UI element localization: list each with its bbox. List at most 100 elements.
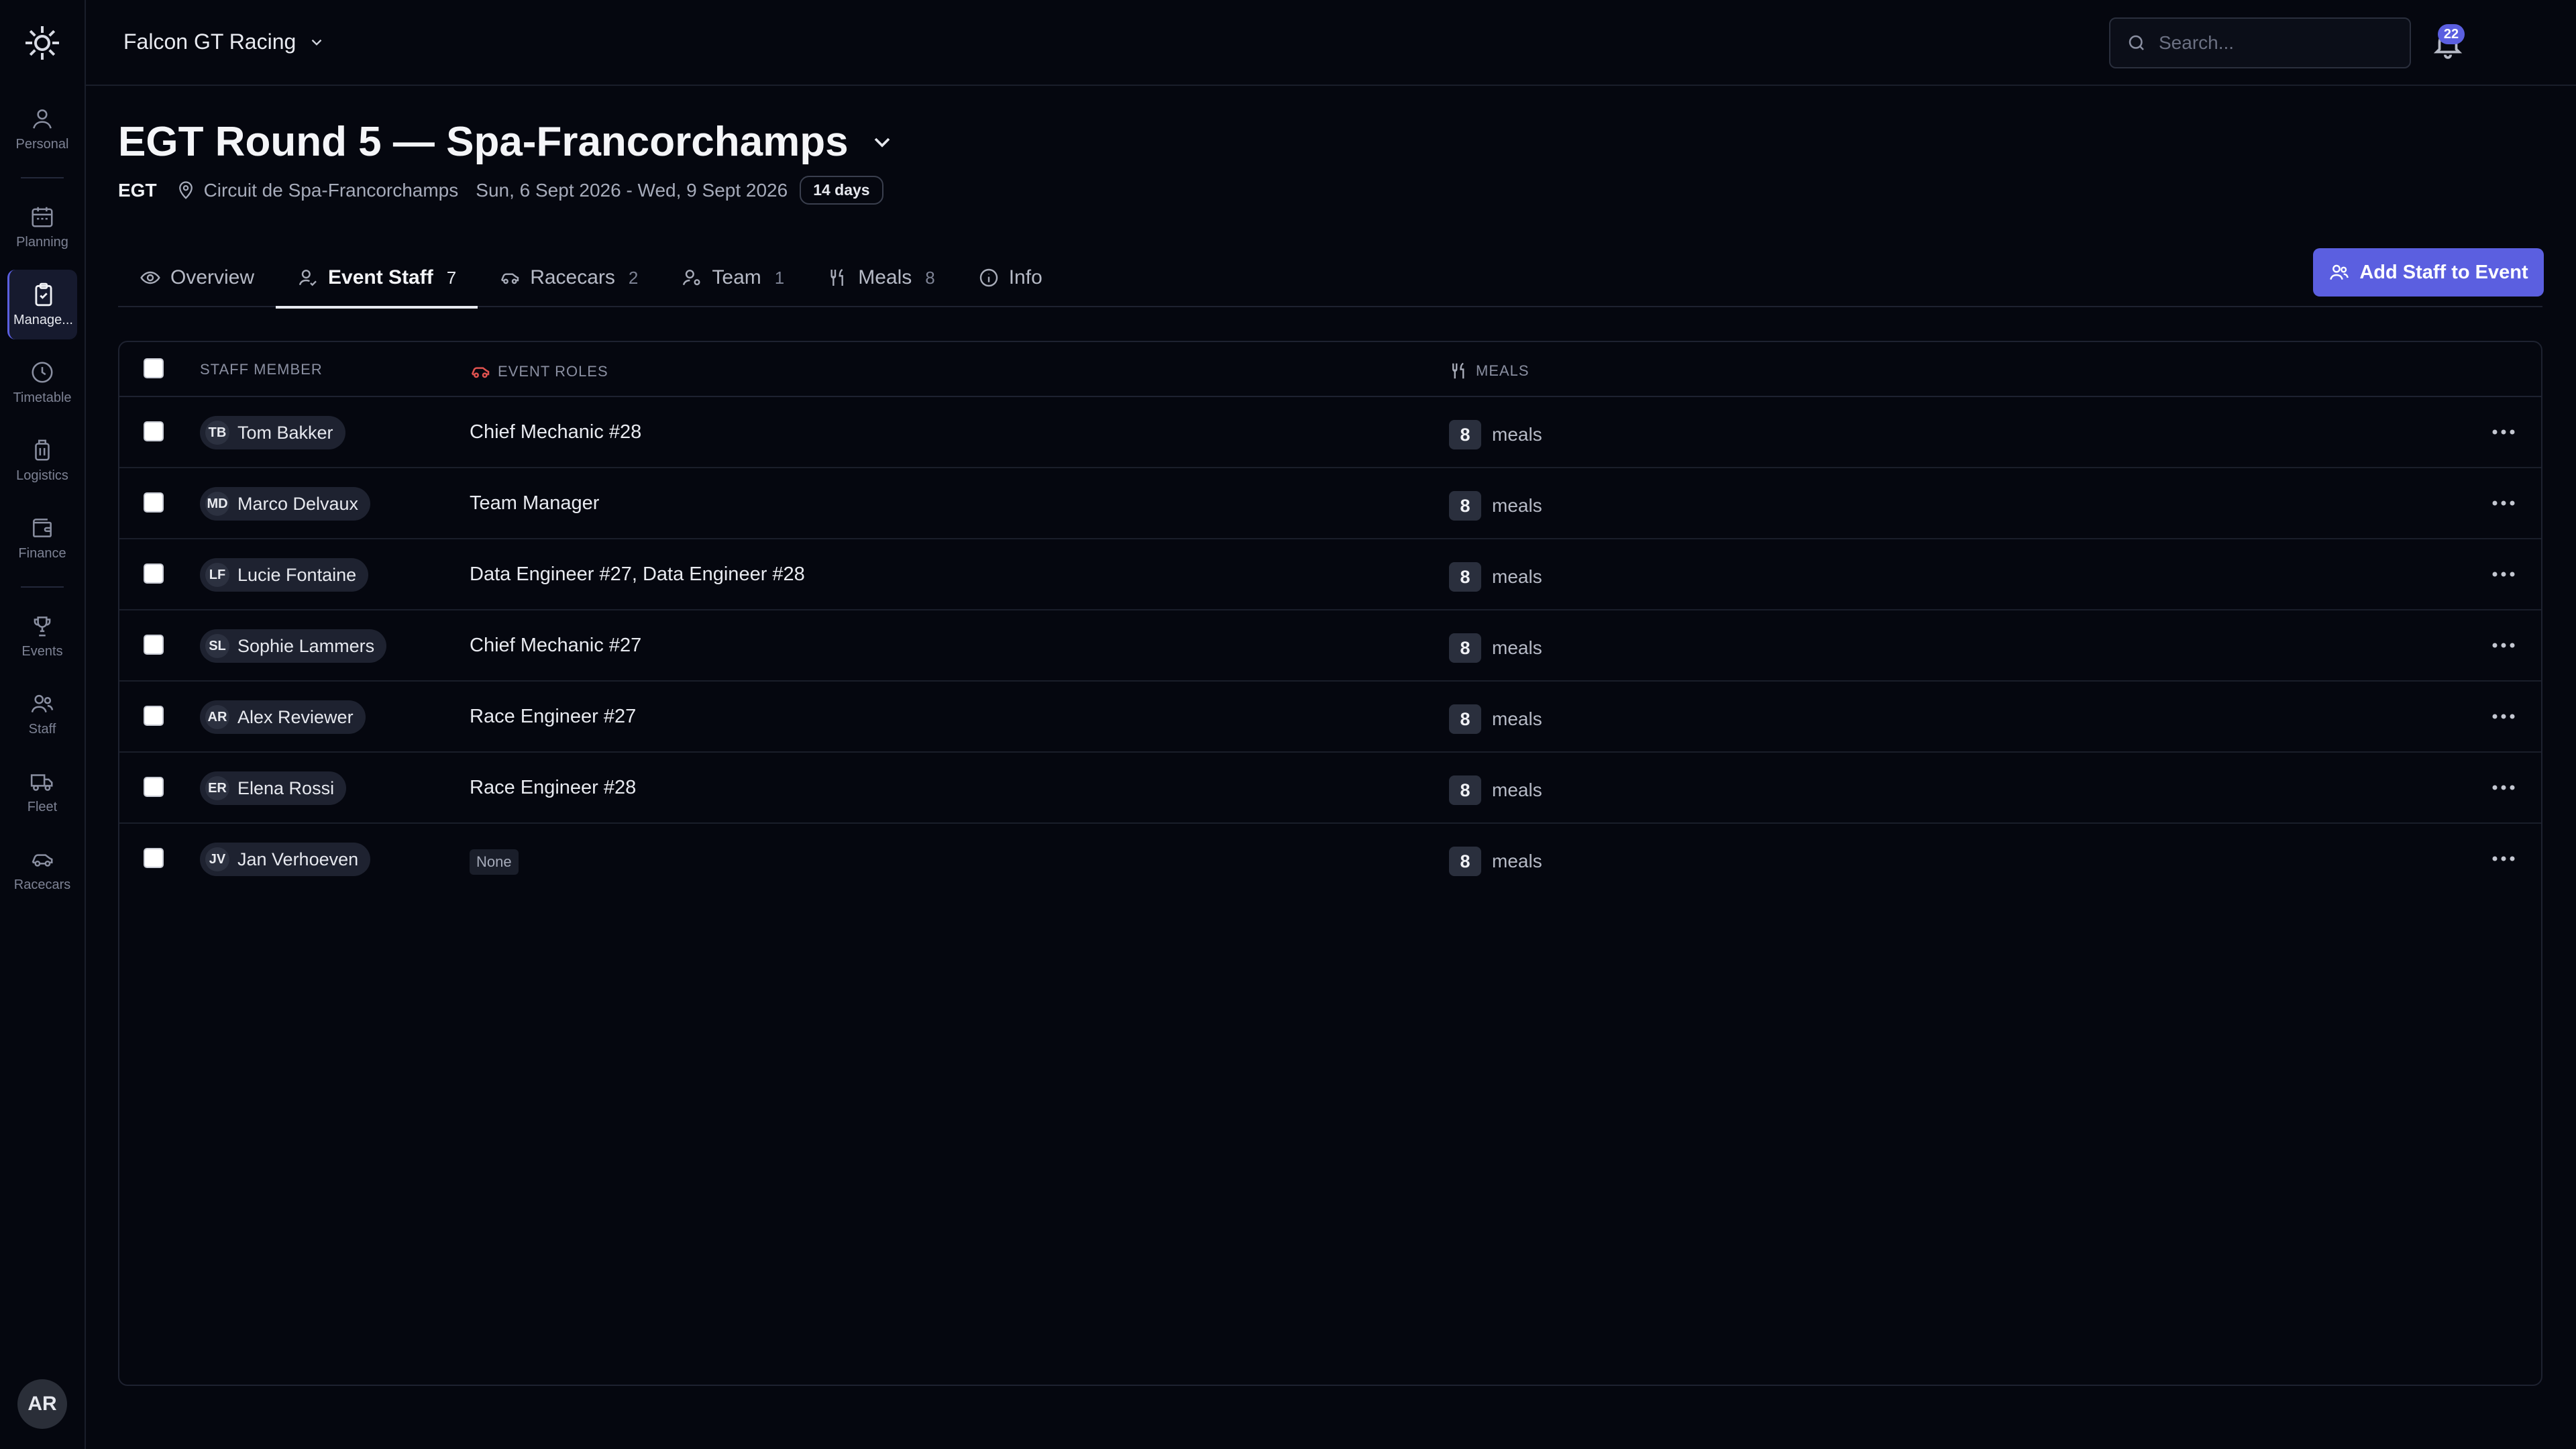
avatar: JV <box>205 847 229 871</box>
eye-icon <box>140 271 160 284</box>
sidebar-label: Personal <box>15 136 69 152</box>
sidebar-label: Planning <box>16 234 68 250</box>
event-location: Circuit de Spa-Francorchamps <box>176 179 459 201</box>
tab-count: 1 <box>774 267 785 288</box>
tab-event-staff[interactable]: Event Staff 7 <box>276 248 478 309</box>
staff-chip[interactable]: LF Lucie Fontaine <box>200 558 369 592</box>
sidebar-item-fleet[interactable]: Fleet <box>7 757 77 826</box>
sidebar-item-personal[interactable]: Personal <box>7 94 77 164</box>
column-header-staff[interactable]: STAFF MEMBER <box>200 361 323 378</box>
staff-name: Elena Rossi <box>237 777 335 798</box>
sidebar-divider <box>21 177 64 178</box>
event-title[interactable]: EGT Round 5 — Spa-Francorchamps <box>118 118 896 166</box>
notification-badge: 22 <box>2438 24 2465 44</box>
row-checkbox[interactable] <box>144 635 164 655</box>
search-box[interactable] <box>2109 17 2411 68</box>
column-header-roles[interactable]: EVENT ROLES <box>470 361 608 382</box>
staff-chip[interactable]: SL Sophie Lammers <box>200 629 387 663</box>
event-location-text: Circuit de Spa-Francorchamps <box>203 179 459 201</box>
staff-chip[interactable]: JV Jan Verhoeven <box>200 843 371 876</box>
tab-meals[interactable]: Meals 8 <box>806 248 957 307</box>
column-header-meals[interactable]: MEALS <box>1449 361 1529 381</box>
sidebar-item-planning[interactable]: Planning <box>7 192 77 262</box>
sidebar: Personal Planning Manage... Timetable Lo… <box>0 0 86 1449</box>
sidebar-divider <box>21 586 64 588</box>
more-options-button[interactable] <box>2487 702 2520 731</box>
sidebar-item-racecars[interactable]: Racecars <box>7 835 77 904</box>
row-checkbox[interactable] <box>144 564 164 584</box>
row-checkbox[interactable] <box>144 492 164 513</box>
table-row[interactable]: SL Sophie Lammers Chief Mechanic #27 8 mea… <box>119 610 2541 682</box>
tab-label: Team <box>712 266 761 288</box>
user-avatar[interactable]: AR <box>17 1379 67 1429</box>
meals-unit: meals <box>1492 424 1542 445</box>
event-duration-badge: 14 days <box>800 176 883 205</box>
sidebar-label: Staff <box>28 721 56 737</box>
table-row[interactable]: LF Lucie Fontaine Data Engineer #27, Data… <box>119 539 2541 610</box>
event-roles: Chief Mechanic #28 <box>470 421 642 443</box>
org-switcher[interactable]: Falcon GT Racing <box>123 30 325 54</box>
more-horizontal-icon <box>2492 714 2515 719</box>
org-name: Falcon GT Racing <box>123 30 297 54</box>
sidebar-label: Events <box>21 643 63 659</box>
more-options-button[interactable] <box>2487 488 2520 518</box>
event-title-text: EGT Round 5 — Spa-Francorchamps <box>118 119 849 165</box>
users-icon <box>31 694 54 712</box>
meal-count: 8 <box>1449 847 1481 876</box>
event-series: EGT <box>118 179 157 201</box>
more-horizontal-icon <box>2492 785 2515 790</box>
column-header-label: STAFF MEMBER <box>200 361 323 378</box>
more-options-button[interactable] <box>2487 773 2520 802</box>
select-all-checkbox[interactable] <box>144 358 164 378</box>
luggage-icon <box>35 439 50 461</box>
meals-cell: 8 meals <box>1449 775 1542 805</box>
table-row[interactable]: MD Marco Delvaux Team Manager 8 meals <box>119 468 2541 539</box>
event-roles: Chief Mechanic #27 <box>470 635 642 656</box>
more-options-button[interactable] <box>2487 417 2520 447</box>
more-options-button[interactable] <box>2487 631 2520 660</box>
tab-overview[interactable]: Overview <box>118 248 276 307</box>
avatar: AR <box>205 705 229 729</box>
table-row[interactable]: JV Jan Verhoeven None 8 meals <box>119 824 2541 895</box>
staff-chip[interactable]: TB Tom Bakker <box>200 416 345 449</box>
event-roles: Data Engineer #27, Data Engineer #28 <box>470 564 805 585</box>
meal-count: 8 <box>1449 420 1481 449</box>
table-row[interactable]: TB Tom Bakker Chief Mechanic #28 8 meals <box>119 397 2541 468</box>
row-checkbox[interactable] <box>144 848 164 868</box>
logo-icon[interactable] <box>0 0 85 86</box>
sidebar-item-timetable[interactable]: Timetable <box>7 347 77 417</box>
truck-icon <box>30 773 53 791</box>
more-options-button[interactable] <box>2487 844 2520 873</box>
row-checkbox[interactable] <box>144 777 164 797</box>
staff-chip[interactable]: AR Alex Reviewer <box>200 700 366 734</box>
clipboard-check-icon <box>34 282 52 306</box>
avatar: MD <box>205 492 229 516</box>
table-row[interactable]: AR Alex Reviewer Race Engineer #27 8 meals <box>119 682 2541 753</box>
sidebar-item-events[interactable]: Events <box>7 601 77 671</box>
more-horizontal-icon <box>2492 572 2515 577</box>
search-input[interactable] <box>2159 32 2400 54</box>
calendar-icon <box>32 207 53 227</box>
sidebar-item-staff[interactable]: Staff <box>7 679 77 749</box>
user-icon <box>33 109 52 129</box>
tab-racecars[interactable]: Racecars 2 <box>478 248 659 307</box>
sidebar-item-logistics[interactable]: Logistics <box>7 425 77 495</box>
staff-chip[interactable]: MD Marco Delvaux <box>200 487 371 521</box>
avatar: LF <box>205 563 229 587</box>
table-row[interactable]: ER Elena Rossi Race Engineer #28 8 meals <box>119 753 2541 824</box>
meals-cell: 8 meals <box>1449 420 1542 449</box>
row-checkbox[interactable] <box>144 421 164 441</box>
more-options-button[interactable] <box>2487 559 2520 589</box>
column-header-label: MEALS <box>1476 362 1529 379</box>
staff-chip[interactable]: ER Elena Rossi <box>200 771 347 805</box>
event-roles: Race Engineer #28 <box>470 777 637 798</box>
sidebar-item-manage[interactable]: Manage... <box>7 270 77 339</box>
tab-info[interactable]: Info <box>957 248 1064 307</box>
sidebar-item-finance[interactable]: Finance <box>7 503 77 573</box>
add-staff-button[interactable]: Add Staff to Event <box>2313 248 2544 297</box>
tab-team[interactable]: Team 1 <box>659 248 806 307</box>
users-plus-icon <box>2330 264 2349 280</box>
tab-label: Overview <box>170 266 255 288</box>
meals-cell: 8 meals <box>1449 491 1542 521</box>
row-checkbox[interactable] <box>144 706 164 726</box>
